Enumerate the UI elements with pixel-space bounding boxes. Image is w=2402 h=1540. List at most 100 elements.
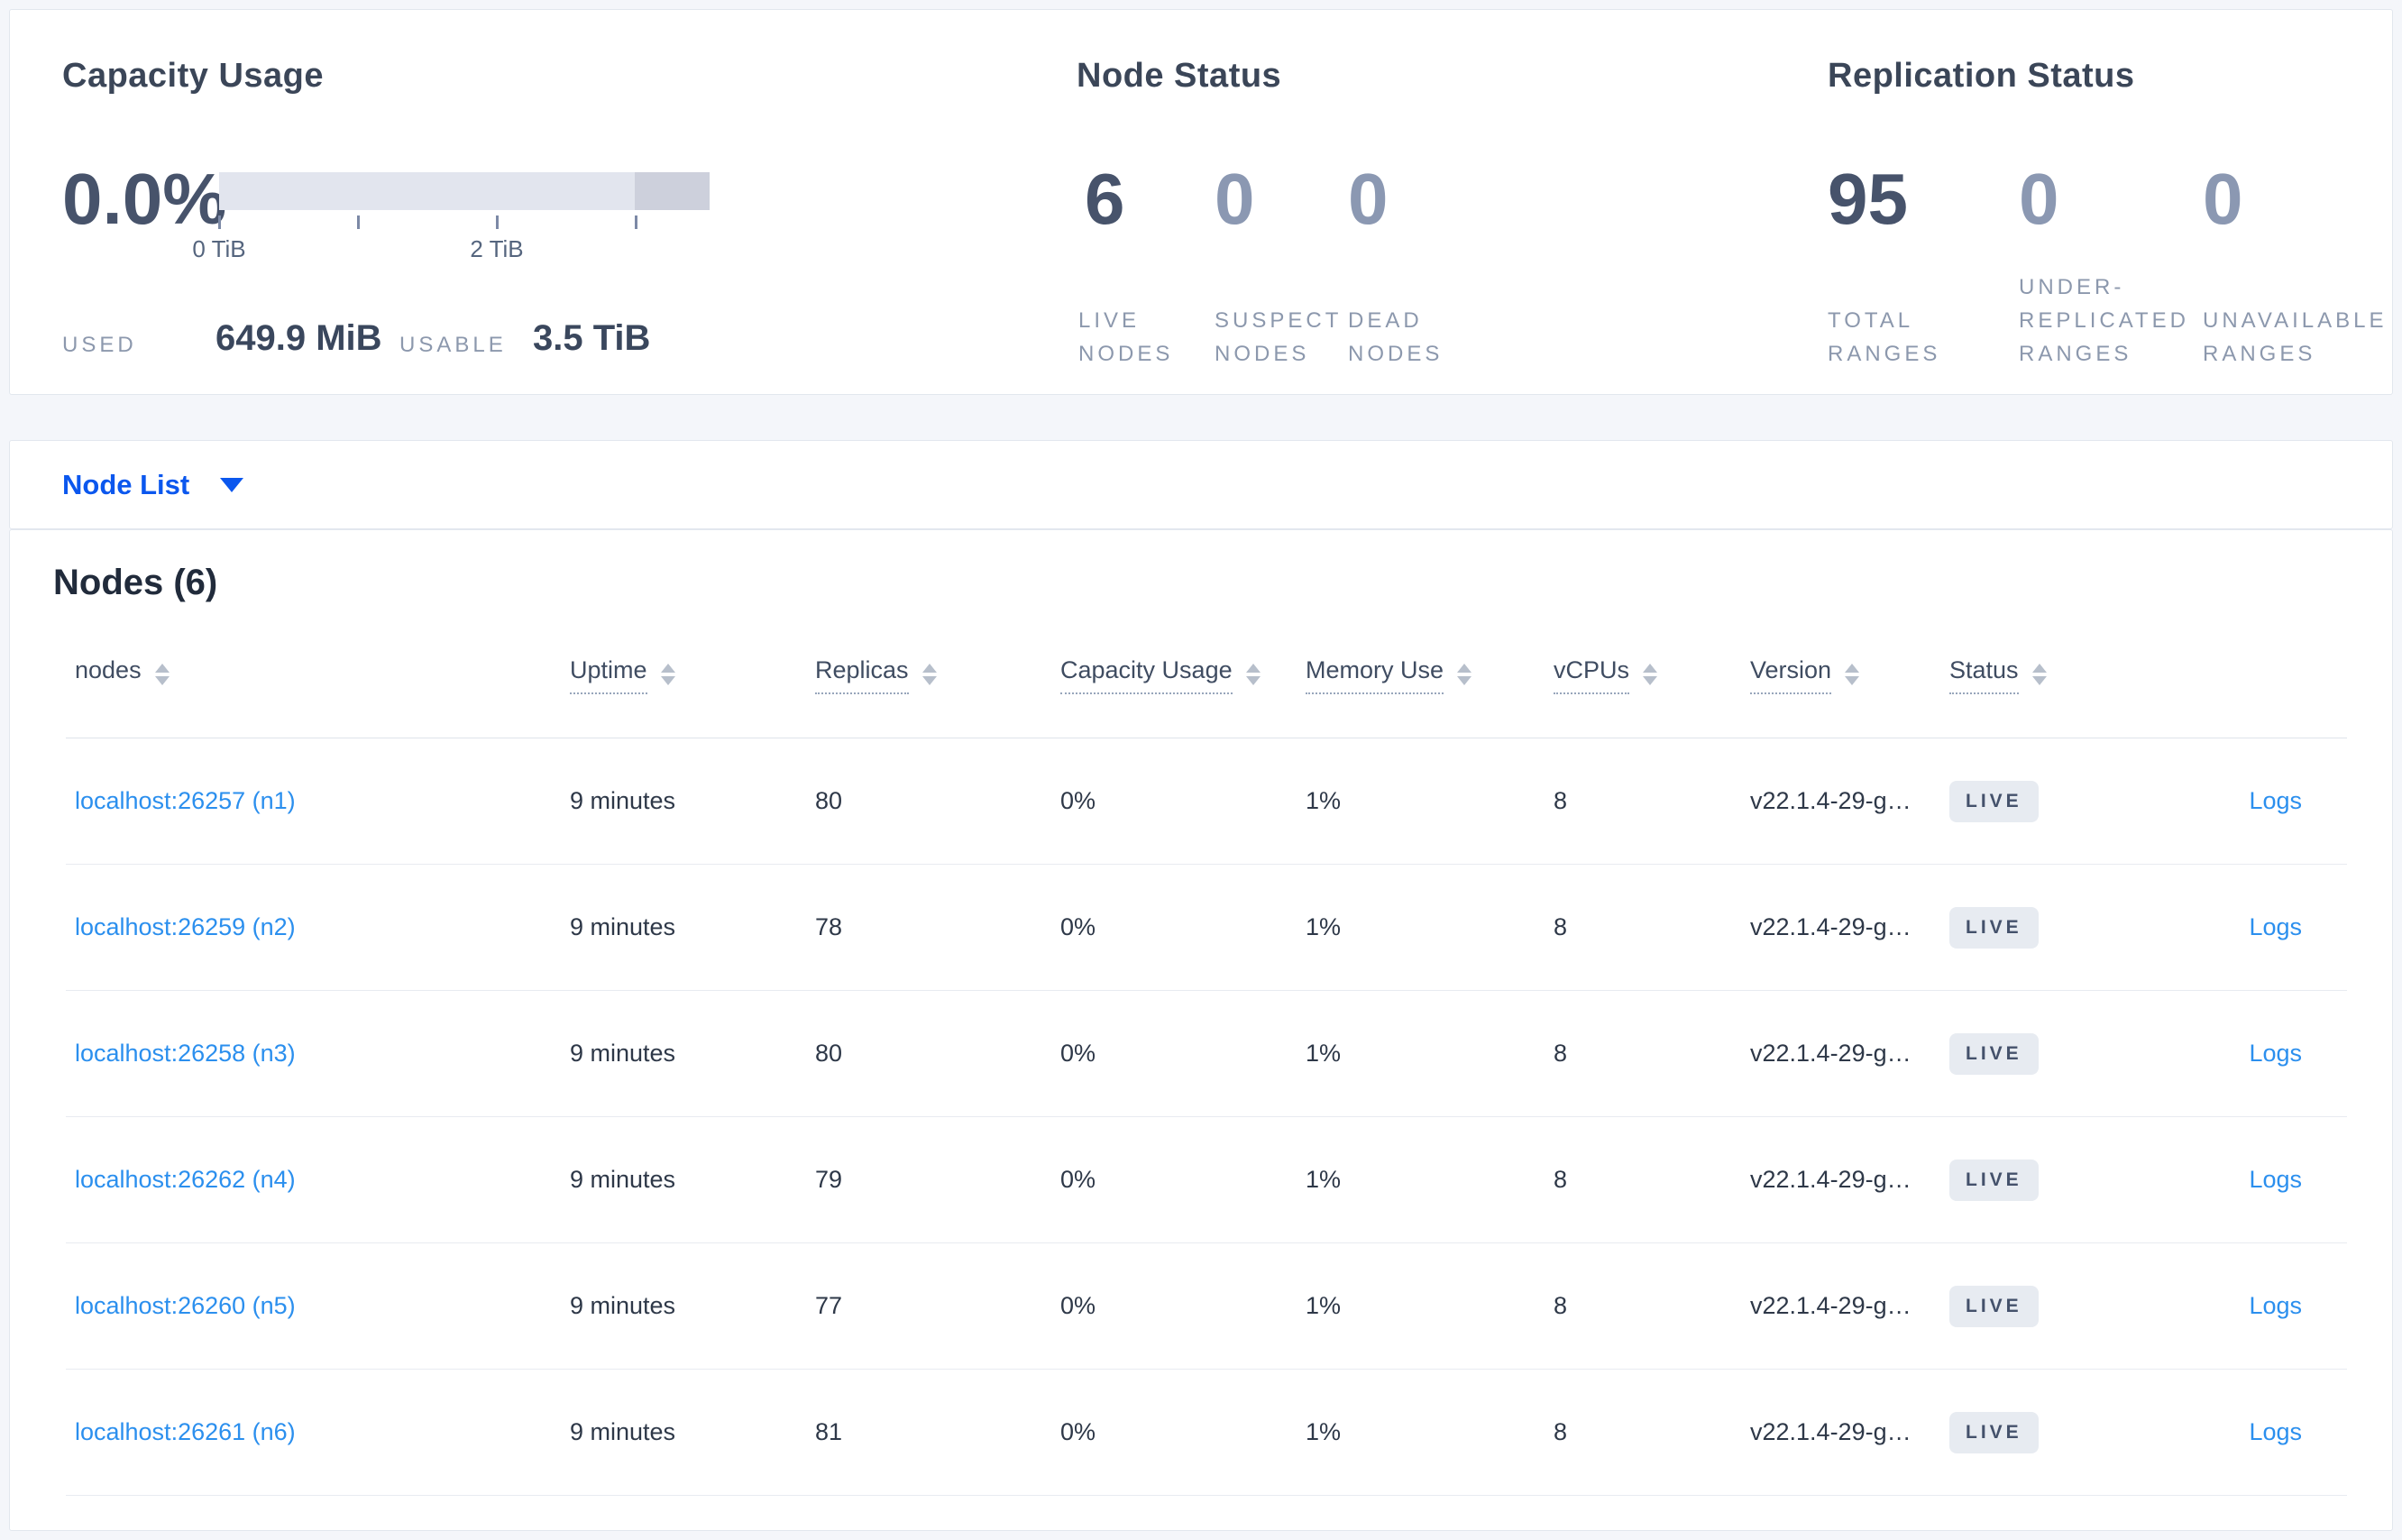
column-header-nodes[interactable]: nodes <box>66 656 561 692</box>
uptime-cell: 9 minutes <box>570 913 676 940</box>
cluster-overview-card: Capacity Usage 0.0% 0 TiB 2 TiB USED 649… <box>9 9 2393 395</box>
status-badge: LIVE <box>1949 780 2039 822</box>
axis-tick <box>357 215 360 229</box>
logs-link[interactable]: Logs <box>2249 1292 2302 1319</box>
axis-tick <box>218 215 221 229</box>
sort-icon <box>2031 664 2047 685</box>
column-header-version[interactable]: Version <box>1741 656 1940 694</box>
node-list-dropdown-label: Node List <box>62 468 190 500</box>
sort-icon <box>1245 664 1261 685</box>
logs-link[interactable]: Logs <box>2249 1166 2302 1193</box>
logs-link[interactable]: Logs <box>2249 1418 2302 1445</box>
nodes-table: nodes Uptime Replicas Capacity Usage Mem… <box>66 656 2347 1496</box>
column-header-uptime[interactable]: Uptime <box>561 656 806 694</box>
logs-link[interactable]: Logs <box>2249 1040 2302 1067</box>
vcpus-cell: 8 <box>1554 1292 1568 1319</box>
version-cell: v22.1.4-29-g… <box>1750 1418 1912 1445</box>
status-badge: LIVE <box>1949 1285 2039 1327</box>
vcpus-cell: 8 <box>1554 1040 1568 1067</box>
uptime-cell: 9 minutes <box>570 1040 676 1067</box>
uptime-cell: 9 minutes <box>570 1292 676 1319</box>
node-link[interactable]: localhost:26258 (n3) <box>75 1040 296 1067</box>
vcpus-cell: 8 <box>1554 787 1568 814</box>
table-row: localhost:26260 (n5) 9 minutes 77 0% 1% … <box>66 1243 2347 1370</box>
column-header-capacity-usage[interactable]: Capacity Usage <box>1051 656 1297 694</box>
axis-tick-label: 2 TiB <box>470 235 524 262</box>
logs-link[interactable]: Logs <box>2249 913 2302 940</box>
dead-nodes-count: 0 <box>1348 159 1389 239</box>
column-header-status[interactable]: Status <box>1940 656 2120 694</box>
sort-icon <box>1845 664 1860 685</box>
nodes-heading: Nodes (6) <box>53 563 218 602</box>
table-row: localhost:26257 (n1) 9 minutes 80 0% 1% … <box>66 738 2347 865</box>
capacity-usage-bar <box>219 172 710 210</box>
memory-use-cell: 1% <box>1306 1166 1342 1193</box>
dead-nodes-label: DEAD NODES <box>1348 308 1444 366</box>
status-badge: LIVE <box>1949 906 2039 949</box>
view-selector-bar: Node List <box>9 440 2393 529</box>
capacity-usage-bar-segment <box>635 172 710 210</box>
live-nodes-count: 6 <box>1085 159 1125 239</box>
replication-status-title: Replication Status <box>1828 57 2135 95</box>
capacity-usage-cell: 0% <box>1060 787 1096 814</box>
capacity-usage-cell: 0% <box>1060 913 1096 940</box>
suspect-nodes-label: SUSPECT NODES <box>1215 308 1342 366</box>
under-replicated-ranges-count: 0 <box>2019 159 2059 239</box>
node-link[interactable]: localhost:26261 (n6) <box>75 1418 296 1445</box>
table-header-row: nodes Uptime Replicas Capacity Usage Mem… <box>66 656 2347 738</box>
table-row: localhost:26258 (n3) 9 minutes 80 0% 1% … <box>66 991 2347 1117</box>
column-header-replicas[interactable]: Replicas <box>806 656 1051 694</box>
axis-tick <box>496 215 499 229</box>
memory-use-cell: 1% <box>1306 787 1342 814</box>
live-nodes-label: LIVE NODES <box>1078 308 1174 366</box>
vcpus-cell: 8 <box>1554 1418 1568 1445</box>
node-link[interactable]: localhost:26260 (n5) <box>75 1292 296 1319</box>
replicas-cell: 80 <box>815 1040 843 1067</box>
memory-use-cell: 1% <box>1306 913 1342 940</box>
replicas-cell: 77 <box>815 1292 843 1319</box>
node-link[interactable]: localhost:26257 (n1) <box>75 787 296 814</box>
memory-use-cell: 1% <box>1306 1292 1342 1319</box>
status-badge: LIVE <box>1949 1159 2039 1201</box>
capacity-usage-cell: 0% <box>1060 1040 1096 1067</box>
logs-link[interactable]: Logs <box>2249 787 2302 814</box>
sort-icon <box>154 664 170 685</box>
capacity-usage-title: Capacity Usage <box>62 57 325 95</box>
replicas-cell: 81 <box>815 1418 843 1445</box>
nodes-panel: Nodes (6) nodes Uptime Replicas Capacity… <box>9 529 2393 1531</box>
used-value: 649.9 MiB <box>215 318 382 358</box>
status-badge: LIVE <box>1949 1411 2039 1453</box>
uptime-cell: 9 minutes <box>570 787 676 814</box>
version-cell: v22.1.4-29-g… <box>1750 1040 1912 1067</box>
sort-icon <box>660 664 675 685</box>
node-link[interactable]: localhost:26259 (n2) <box>75 913 296 940</box>
column-header-vcpus[interactable]: vCPUs <box>1545 656 1741 694</box>
version-cell: v22.1.4-29-g… <box>1750 913 1912 940</box>
replicas-cell: 78 <box>815 913 843 940</box>
usable-value: 3.5 TiB <box>533 318 651 358</box>
node-list-dropdown[interactable]: Node List <box>62 441 244 528</box>
uptime-cell: 9 minutes <box>570 1166 676 1193</box>
version-cell: v22.1.4-29-g… <box>1750 1166 1912 1193</box>
replicas-cell: 80 <box>815 787 843 814</box>
table-row: localhost:26259 (n2) 9 minutes 78 0% 1% … <box>66 865 2347 991</box>
unavailable-ranges-count: 0 <box>2203 159 2243 239</box>
column-header-memory-use[interactable]: Memory Use <box>1297 656 1545 694</box>
uptime-cell: 9 minutes <box>570 1418 676 1445</box>
axis-tick-label: 0 TiB <box>192 235 246 262</box>
version-cell: v22.1.4-29-g… <box>1750 1292 1912 1319</box>
capacity-usage-percent: 0.0% <box>62 159 227 239</box>
node-link[interactable]: localhost:26262 (n4) <box>75 1166 296 1193</box>
version-cell: v22.1.4-29-g… <box>1750 787 1912 814</box>
memory-use-cell: 1% <box>1306 1418 1342 1445</box>
sort-icon <box>1643 664 1658 685</box>
suspect-nodes-count: 0 <box>1215 159 1255 239</box>
caret-down-icon <box>220 477 244 492</box>
sort-icon <box>921 664 937 685</box>
total-ranges-count: 95 <box>1828 159 1908 239</box>
unavailable-ranges-label: UNAVAILABLE RANGES <box>2203 308 2388 366</box>
usable-label: USABLE <box>399 333 507 357</box>
status-badge: LIVE <box>1949 1032 2039 1075</box>
used-label: USED <box>62 333 137 357</box>
node-status-title: Node Status <box>1077 57 1282 95</box>
